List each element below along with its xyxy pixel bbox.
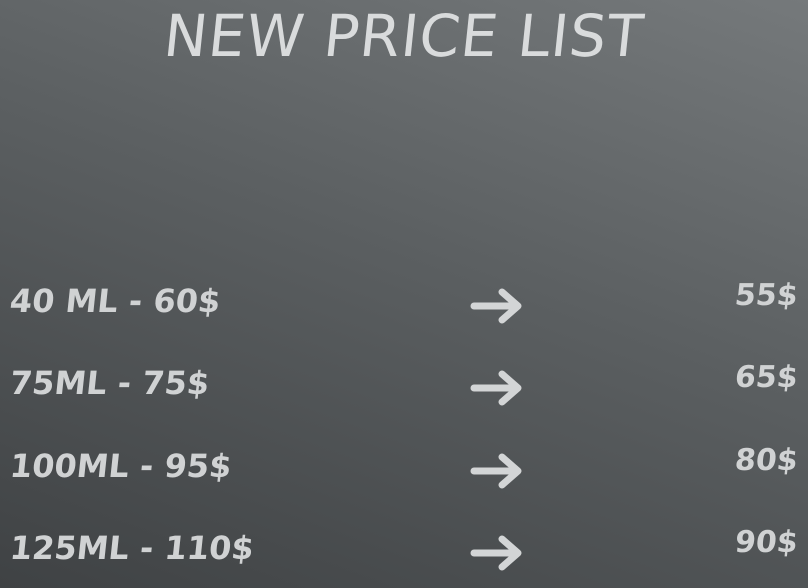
price-row: 125ML - 110$ 90$ — [0, 521, 808, 581]
new-price: 65$ — [733, 360, 800, 395]
right-arrow-icon — [470, 535, 522, 571]
price-row: 40 ML - 60$ 55$ — [0, 274, 808, 334]
new-price: 80$ — [733, 443, 800, 478]
price-row: 100ML - 95$ 80$ — [0, 439, 808, 499]
old-price: 100ML - 95$ — [8, 447, 234, 485]
old-price: 125ML - 110$ — [8, 529, 256, 567]
page-title: NEW PRICE LIST — [160, 2, 648, 70]
price-row: 75ML - 75$ 65$ — [0, 356, 808, 416]
right-arrow-icon — [470, 453, 522, 489]
right-arrow-icon — [470, 370, 522, 406]
new-price: 90$ — [733, 525, 800, 560]
old-price: 75ML - 75$ — [8, 364, 212, 402]
new-price: 55$ — [733, 278, 800, 313]
right-arrow-icon — [470, 288, 522, 324]
old-price: 40 ML - 60$ — [8, 282, 223, 320]
